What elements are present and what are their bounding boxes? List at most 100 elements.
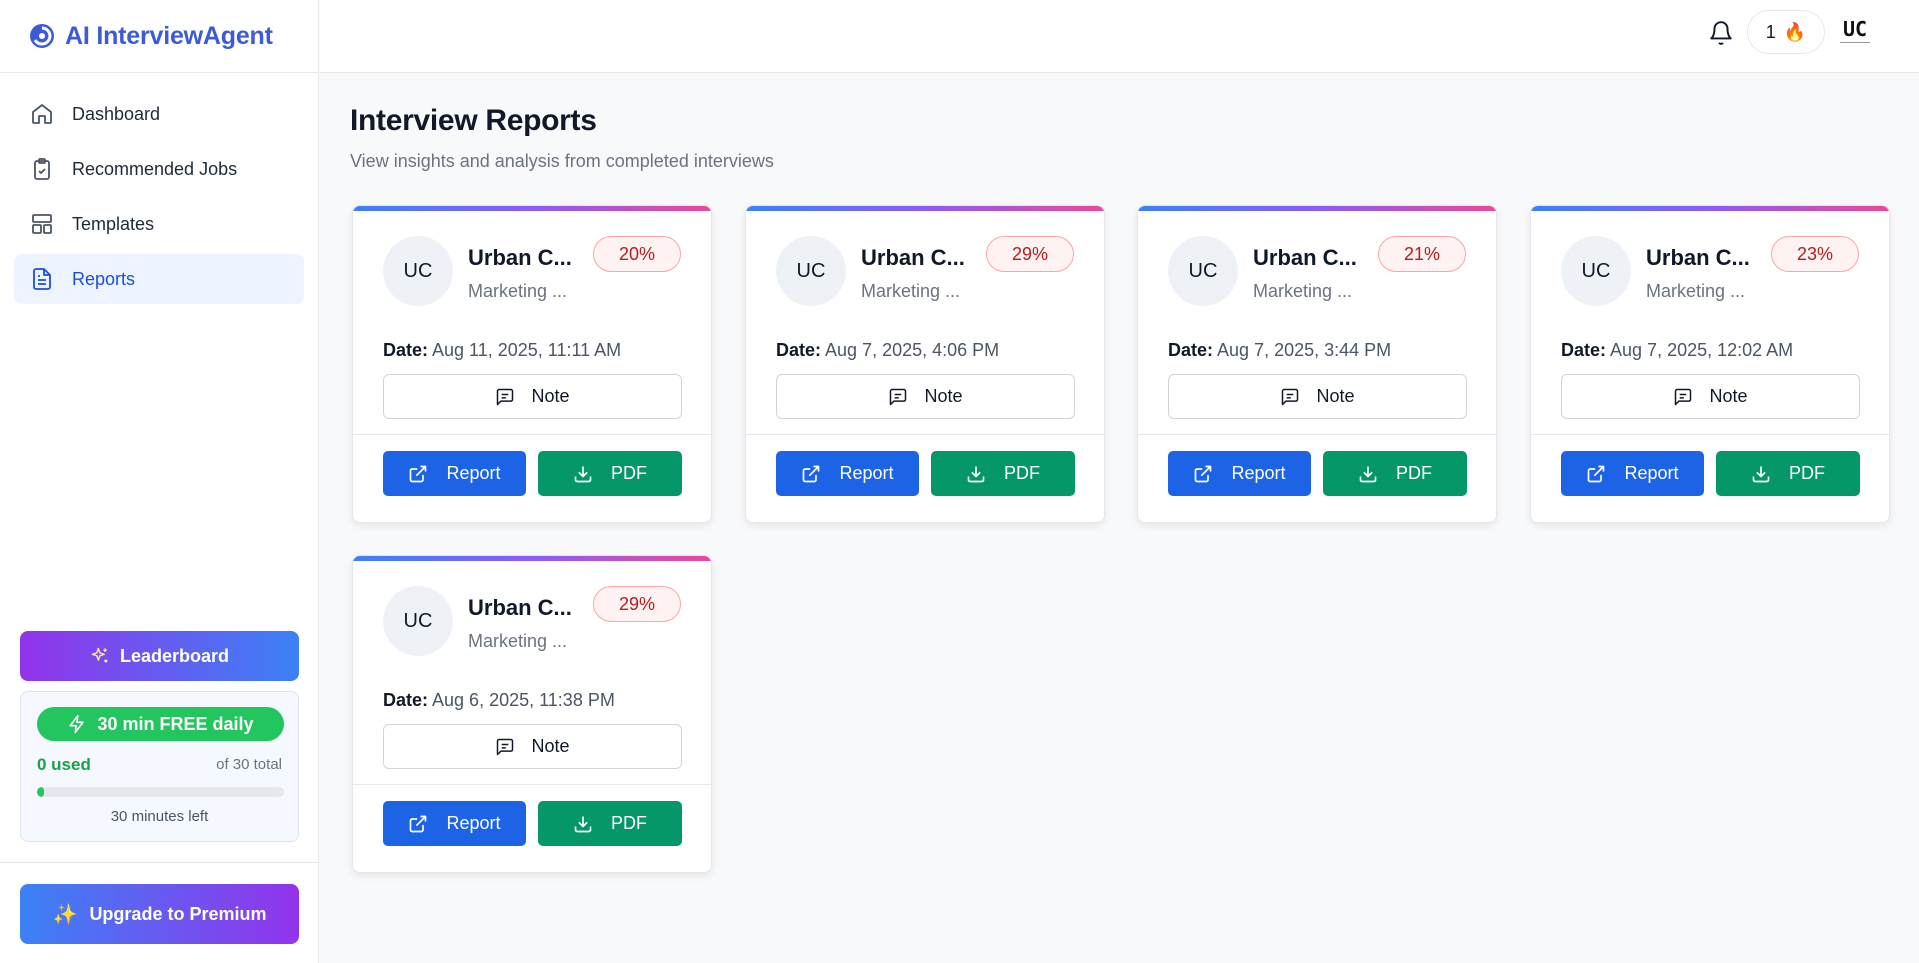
date-value: Aug 11, 2025, 11:11 AM (432, 340, 622, 360)
candidate-initials: UC (403, 259, 433, 282)
card-divider (746, 434, 1104, 435)
sidebar-item-dashboard[interactable]: Dashboard (14, 89, 304, 139)
fire-icon: 🔥 (1783, 21, 1807, 42)
message-square-icon (890, 388, 907, 405)
pdf-download-button[interactable]: PDF (538, 801, 682, 846)
upgrade-premium-button[interactable]: ✨ Upgrade to Premium (20, 884, 299, 944)
note-button[interactable]: Note (383, 724, 682, 769)
candidate-initials: UC (1581, 259, 1611, 282)
zap-icon (69, 714, 85, 734)
report-button[interactable]: Report (383, 451, 526, 496)
user-avatar[interactable]: UC (1840, 17, 1870, 51)
download-icon (1752, 466, 1770, 482)
pdf-download-button[interactable]: PDF (931, 451, 1075, 496)
sidebar: AI InterviewAgent Dashboard Recommended … (0, 0, 319, 963)
sidebar-item-templates[interactable]: Templates (14, 199, 304, 249)
message-square-icon (1675, 388, 1692, 405)
pdf-label: PDF (1004, 463, 1040, 483)
score-badge: 29% (593, 586, 681, 622)
download-icon (574, 466, 592, 482)
external-link-icon (1195, 465, 1212, 482)
report-card: UC Urban C... Marketing ... 21% Date: Au… (1137, 205, 1497, 523)
candidate-name: Urban C... (861, 245, 965, 270)
sidebar-divider (0, 862, 319, 863)
pdf-label: PDF (611, 463, 647, 483)
date-value: Aug 7, 2025, 12:02 AM (1610, 340, 1794, 360)
candidate-avatar: UC (383, 236, 453, 306)
candidate-name: Urban C... (1253, 245, 1357, 270)
avatar-underline (1840, 42, 1870, 44)
candidate-role: Marketing ... (861, 281, 961, 301)
usage-progress-fill (37, 787, 45, 797)
bell-icon[interactable] (1708, 20, 1734, 46)
note-button[interactable]: Note (383, 374, 682, 419)
note-button[interactable]: Note (1168, 374, 1467, 419)
free-daily-label: 30 min FREE daily (97, 713, 254, 734)
leaderboard-button[interactable]: Leaderboard (20, 631, 299, 681)
pdf-download-button[interactable]: PDF (1716, 451, 1860, 496)
page-subtitle: View insights and analysis from complete… (350, 151, 774, 171)
candidate-role: Marketing ... (1646, 281, 1746, 301)
avatar-initials: UC (1842, 17, 1868, 41)
date-value: Aug 7, 2025, 4:06 PM (825, 340, 1000, 360)
report-label: Report (839, 463, 894, 483)
note-button[interactable]: Note (1561, 374, 1860, 419)
sidebar-item-label: Templates (72, 213, 155, 234)
candidate-name: Urban C... (1646, 245, 1750, 270)
report-button[interactable]: Report (1561, 451, 1704, 496)
date-label: Date: (383, 690, 429, 710)
note-label: Note (531, 386, 570, 406)
brand-name: AI InterviewAgent (65, 21, 273, 50)
report-label: Report (1231, 463, 1286, 483)
note-label: Note (924, 386, 963, 406)
external-link-icon (803, 465, 820, 482)
report-button[interactable]: Report (383, 801, 526, 846)
minutes-remaining: 30 minutes left (110, 808, 209, 825)
report-card: UC Urban C... Marketing ... 29% Date: Au… (352, 555, 712, 873)
sidebar-item-recommended-jobs[interactable]: Recommended Jobs (14, 144, 304, 194)
candidate-role: Marketing ... (1253, 281, 1353, 301)
date-label: Date: (776, 340, 822, 360)
interview-date: Date: Aug 7, 2025, 12:02 AM (1561, 340, 1793, 361)
note-label: Note (1709, 386, 1748, 406)
score-badge: 21% (1378, 236, 1466, 272)
interview-date: Date: Aug 6, 2025, 11:38 PM (383, 690, 615, 711)
candidate-avatar: UC (383, 586, 453, 656)
note-button[interactable]: Note (776, 374, 1075, 419)
sparkle-icon: ✨ (52, 903, 78, 926)
candidate-name: Urban C... (468, 595, 572, 620)
download-icon (1359, 466, 1377, 482)
brand[interactable]: AI InterviewAgent (0, 0, 318, 73)
sidebar-item-reports[interactable]: Reports (14, 254, 304, 304)
report-button[interactable]: Report (776, 451, 919, 496)
download-icon (574, 816, 592, 832)
clipboard-check-icon (34, 158, 50, 180)
card-accent-bar (1138, 206, 1496, 211)
candidate-avatar: UC (1168, 236, 1238, 306)
interview-date: Date: Aug 7, 2025, 3:44 PM (1168, 340, 1391, 361)
sidebar-item-label: Reports (72, 268, 136, 289)
card-accent-bar (746, 206, 1104, 211)
pdf-download-button[interactable]: PDF (538, 451, 682, 496)
report-card: UC Urban C... Marketing ... 23% Date: Au… (1530, 205, 1890, 523)
sidebar-nav: Dashboard Recommended Jobs Templates Rep… (0, 73, 318, 325)
streak-count: 1 (1765, 21, 1776, 42)
pdf-download-button[interactable]: PDF (1323, 451, 1467, 496)
card-divider (353, 784, 711, 785)
candidate-initials: UC (403, 609, 433, 632)
interview-date: Date: Aug 7, 2025, 4:06 PM (776, 340, 999, 361)
message-square-icon (1282, 388, 1299, 405)
pdf-label: PDF (611, 813, 647, 833)
top-header: 1 🔥 UC (320, 0, 1919, 73)
upgrade-label: Upgrade to Premium (89, 903, 267, 924)
minutes-used: 0 used (37, 755, 91, 774)
candidate-avatar: UC (776, 236, 846, 306)
report-button[interactable]: Report (1168, 451, 1311, 496)
message-square-icon (497, 738, 514, 755)
report-label: Report (1624, 463, 1679, 483)
layout-icon (32, 214, 52, 234)
message-square-icon (497, 388, 514, 405)
page-title: Interview Reports (350, 104, 597, 137)
streak-badge[interactable]: 1 🔥 (1747, 10, 1825, 54)
candidate-role: Marketing ... (468, 631, 568, 651)
